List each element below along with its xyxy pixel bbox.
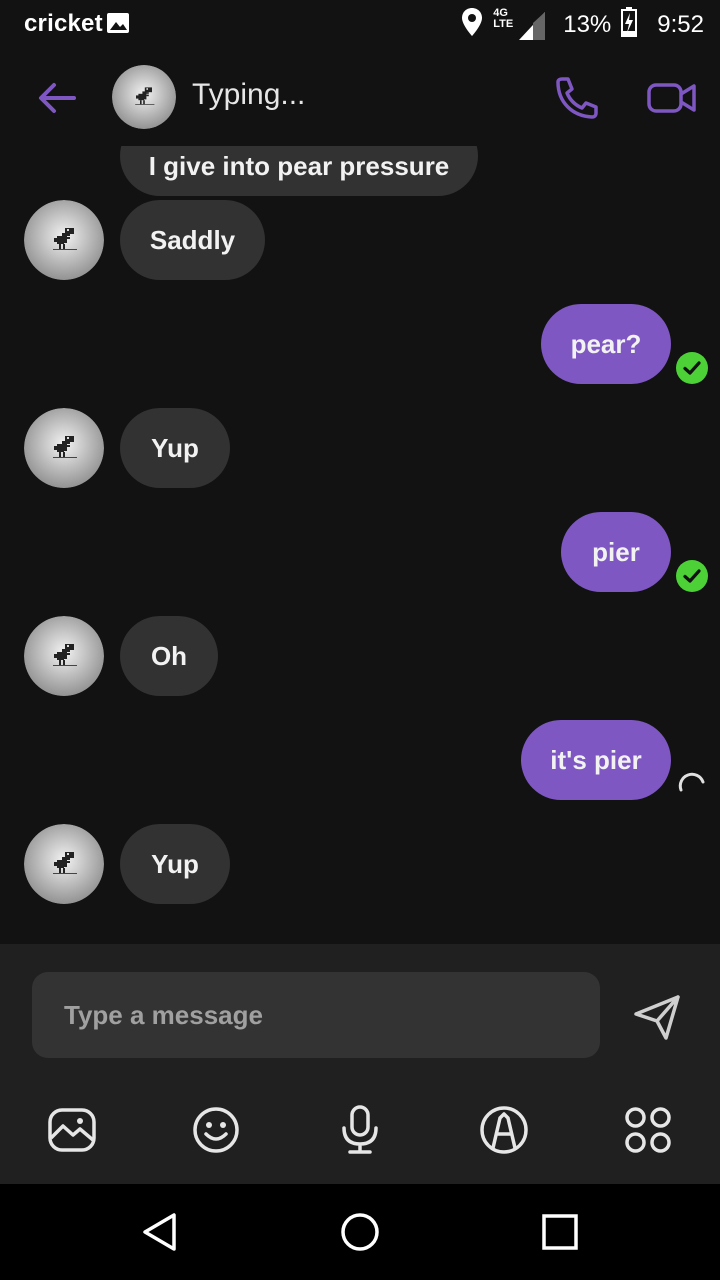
status-bar: cricket 4G LTE 13% 9:52 [0,0,720,50]
sending-spinner-icon [676,768,708,800]
image-notification-icon [106,12,130,34]
back-button[interactable] [34,78,78,118]
message-bubble-incoming[interactable]: Yup [120,408,230,488]
clock: 9:52 [657,11,704,38]
system-nav-bar [0,1184,720,1280]
microphone-icon [342,1105,378,1154]
square-recents-icon [542,1214,578,1250]
location-icon [461,7,483,44]
voice-record-button[interactable] [334,1104,386,1156]
voice-call-button[interactable] [552,76,600,120]
message-text: pear? [570,328,642,359]
message-text: Oh [150,640,188,671]
send-icon [634,995,680,1040]
compose-area [0,944,720,1184]
more-apps-button[interactable] [622,1104,674,1156]
circle-home-icon [341,1213,379,1251]
sender-avatar[interactable] [24,408,104,488]
message-text: I give into pear pressure [148,150,450,181]
delivered-check-icon [676,352,708,384]
signal-4g-icon: 4G LTE [493,8,549,42]
message-bubble-incoming[interactable]: Saddly [120,200,265,280]
dino-avatar-icon [24,408,104,488]
battery-charging-icon [621,6,638,44]
apps-icon [625,1107,671,1153]
message-list[interactable]: I give into pear pressure Saddly pear? Y… [0,146,720,944]
video-camera-icon [647,83,696,113]
sender-avatar[interactable] [24,824,104,904]
conversation-header: Typing... [0,50,720,146]
message-bubble-outgoing[interactable]: pier [561,512,671,592]
message-bubble-incoming[interactable]: Oh [120,616,218,696]
message-bubble-incoming[interactable]: I give into pear pressure [120,146,478,196]
doodle-button[interactable] [478,1104,530,1156]
message-text: it's pier [550,744,642,775]
sender-avatar[interactable] [24,616,104,696]
dino-avatar-icon [112,65,176,129]
message-text: Saddly [149,224,236,255]
arrow-left-icon [39,83,76,113]
message-text: Yup [151,432,199,463]
message-text: pier [592,536,640,567]
sender-avatar[interactable] [24,200,104,280]
message-bubble-incoming[interactable]: Yup [120,824,230,904]
carrier-name: cricket [24,10,103,37]
dino-avatar-icon [24,616,104,696]
video-call-button[interactable] [646,76,698,120]
nav-recents-button[interactable] [540,1212,580,1252]
message-bubble-outgoing[interactable]: it's pier [521,720,671,800]
phone-icon [556,77,598,119]
battery-percent: 13% [563,11,612,38]
triangle-back-icon [143,1213,176,1251]
nav-home-button[interactable] [340,1212,380,1252]
dino-avatar-icon [24,200,104,280]
emoji-button[interactable] [190,1104,242,1156]
emoji-icon [193,1107,239,1153]
message-bubble-outgoing[interactable]: pear? [541,304,671,384]
contact-avatar[interactable] [112,65,176,129]
send-button[interactable] [630,992,684,1042]
dino-avatar-icon [24,824,104,904]
message-text: Yup [151,848,199,879]
nav-back-button[interactable] [140,1212,180,1252]
typing-status: Typing... [192,78,306,111]
gallery-icon [48,1108,96,1152]
doodle-icon [480,1106,528,1154]
delivered-check-icon [676,560,708,592]
message-input[interactable] [32,972,600,1058]
gallery-button[interactable] [46,1104,98,1156]
